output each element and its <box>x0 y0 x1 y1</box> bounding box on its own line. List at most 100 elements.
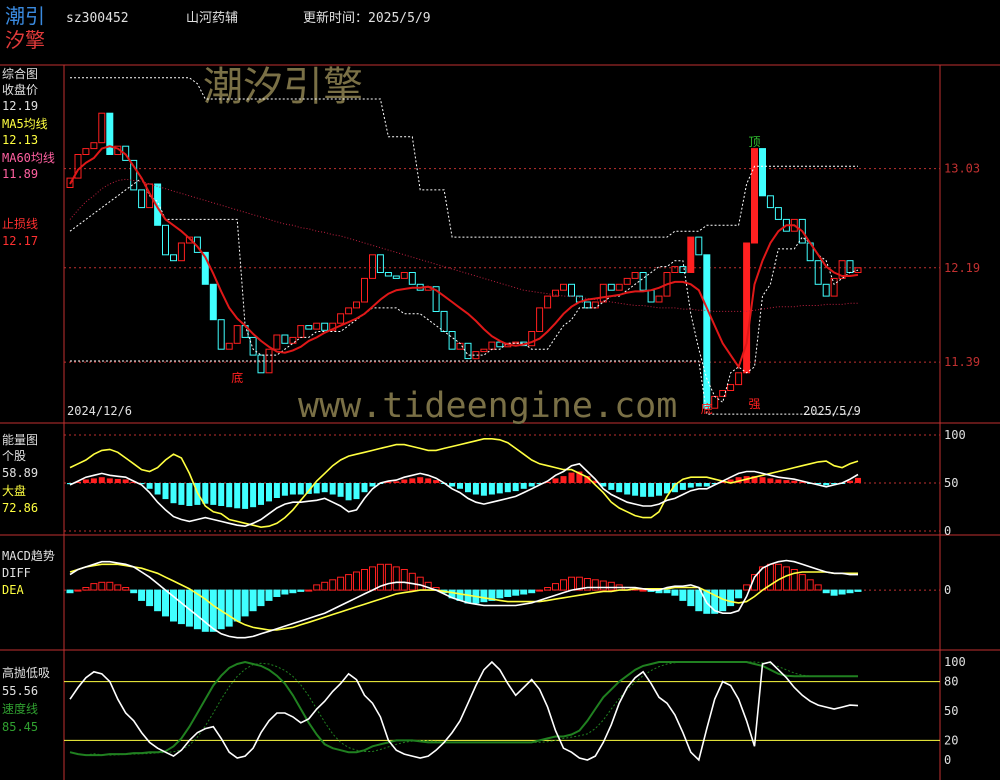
energy-bar <box>512 483 519 492</box>
macd-bar <box>408 572 416 591</box>
macd-bar <box>74 589 82 592</box>
macd-bar <box>90 583 98 591</box>
energy-bar <box>425 478 432 483</box>
macd-bar <box>782 566 790 591</box>
energy-bar <box>90 478 97 483</box>
energy-bar <box>616 483 623 493</box>
macd-bar <box>241 589 249 617</box>
watermark-url: www.tideengine.com <box>298 386 677 426</box>
upper-band-line <box>70 77 858 238</box>
energy-bar <box>401 479 408 483</box>
macd-bar <box>209 589 217 632</box>
macd-bar <box>599 580 607 591</box>
signal-annotation: 顶 <box>749 135 761 149</box>
macd-bar <box>345 574 353 591</box>
energy-bar <box>632 483 639 496</box>
energy-bar <box>218 483 225 506</box>
energy-bar <box>568 472 575 483</box>
energy-bar <box>480 483 487 496</box>
price-tick-label: 13.03 <box>944 162 980 176</box>
macd-bar <box>838 589 846 595</box>
energy-bar <box>170 483 177 504</box>
energy-tick-label: 50 <box>944 476 958 490</box>
macd-bar <box>225 589 233 627</box>
macd-bar <box>122 587 130 591</box>
candle <box>138 189 146 209</box>
macd-bar <box>822 589 830 594</box>
energy-bar <box>337 483 344 497</box>
stock-chart-canvas: 潮引 汐擎 sz300452 山河药辅 更新时间：2025/5/9 潮汐引擎 w… <box>0 4 1000 780</box>
macd-bar <box>281 589 289 595</box>
macd-bar <box>177 589 185 625</box>
macd-bar <box>806 579 814 591</box>
energy-bar <box>178 483 185 505</box>
candle <box>448 331 456 350</box>
macd-bar <box>273 589 281 597</box>
signal-annotation: 强 <box>749 397 761 411</box>
price-tick-label: 12.19 <box>944 261 980 275</box>
macd-bar <box>162 589 169 617</box>
candle <box>647 289 655 303</box>
macd-panel-legend: MACD趋势 DIFF DEA <box>2 549 55 597</box>
swing-tick-label: 80 <box>944 675 958 689</box>
main-panel-legend: 综合图 收盘价 12.19 MA5均线 12.13 MA60均线 11.89 止… <box>2 66 861 418</box>
candle <box>774 207 782 220</box>
energy-bar <box>122 479 129 483</box>
candle <box>583 301 591 309</box>
panel-title-energy: 能量图 <box>2 433 38 447</box>
candle <box>639 272 647 291</box>
macd-bar <box>416 576 424 591</box>
candle <box>687 236 695 274</box>
macd-bar <box>687 589 695 607</box>
macd-bar <box>369 566 376 591</box>
macd-bar <box>846 589 854 594</box>
close-label: 收盘价 <box>2 82 38 97</box>
energy-bar <box>266 483 272 502</box>
ma5-value: 12.13 <box>2 133 38 147</box>
energy-bar <box>433 480 440 483</box>
energy-panel-legend: 能量图 个股 58.89 大盘 72.86 <box>2 433 38 515</box>
energy-bar <box>791 480 798 483</box>
energy-bar <box>250 483 257 508</box>
white-line-value: 55.56 <box>2 684 38 698</box>
candle <box>345 307 353 315</box>
candle <box>743 242 751 374</box>
macd-bar <box>249 589 257 612</box>
macd-bar <box>663 589 671 594</box>
candle <box>607 283 615 291</box>
energy-bar <box>361 483 368 493</box>
candle <box>313 322 321 330</box>
macd-bar <box>727 589 735 607</box>
candle <box>408 272 416 285</box>
energy-bar <box>186 483 193 506</box>
energy-bar <box>640 483 647 497</box>
macd-bar <box>146 589 154 607</box>
macd-bar <box>265 589 273 601</box>
energy-bar <box>234 483 241 509</box>
energy-bar <box>146 483 153 489</box>
candle <box>631 272 639 279</box>
candle <box>751 148 758 244</box>
candle <box>703 254 711 409</box>
energy-bar <box>226 483 233 508</box>
stop-loss-line <box>69 177 859 404</box>
swing-tick-label: 100 <box>944 655 966 669</box>
macd-bar <box>520 589 528 595</box>
macd-bar <box>297 589 305 592</box>
macd-bar <box>544 587 552 591</box>
macd-bar <box>735 589 743 599</box>
candle <box>321 322 329 331</box>
energy-bar <box>504 483 511 493</box>
macd-bar <box>289 589 297 594</box>
macd-bar <box>639 589 647 592</box>
candle <box>766 195 774 209</box>
candle <box>727 384 735 392</box>
candle <box>305 325 313 330</box>
macd-bar <box>392 566 400 591</box>
swing-white-line <box>69 660 859 762</box>
macd-bar <box>814 584 822 591</box>
macd-bar <box>568 576 575 591</box>
candle <box>384 272 392 277</box>
macd-bar <box>456 589 464 601</box>
energy-bar <box>656 483 662 496</box>
